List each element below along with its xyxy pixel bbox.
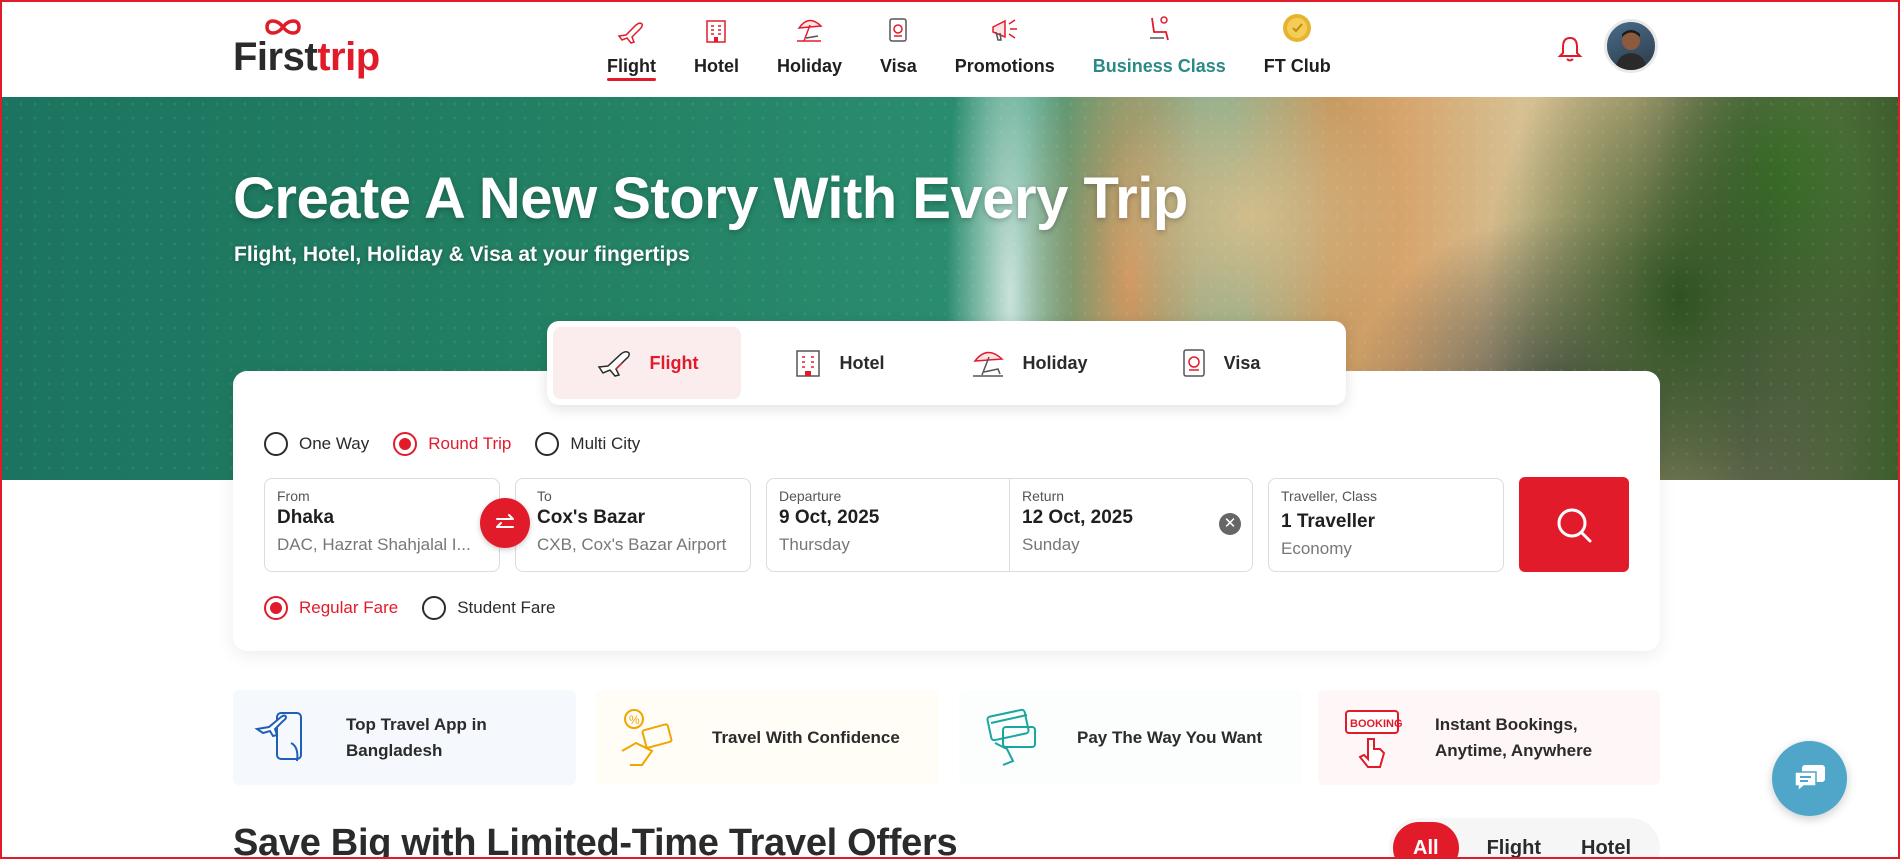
nav-visa[interactable]: Visa bbox=[861, 12, 936, 92]
from-airport: DAC, Hazrat Shahjalal I... bbox=[277, 535, 471, 554]
firsttrip-logo[interactable]: Firsttrip bbox=[233, 17, 380, 79]
filter-all[interactable]: All bbox=[1393, 822, 1459, 859]
radio-regular-fare[interactable]: Regular Fare bbox=[264, 596, 398, 620]
passport-icon bbox=[889, 18, 908, 42]
site-header: Firsttrip Flight Hotel Holiday Visa Prom… bbox=[0, 0, 1900, 97]
plane-icon bbox=[597, 350, 630, 377]
radio-one-way[interactable]: One Way bbox=[264, 432, 369, 456]
nav-ft-club[interactable]: FT Club bbox=[1245, 12, 1350, 92]
notification-bell-icon[interactable] bbox=[1555, 34, 1585, 64]
swap-button[interactable] bbox=[480, 498, 530, 548]
filter-hotel[interactable]: Hotel bbox=[1569, 822, 1643, 859]
tab-hotel[interactable]: Hotel bbox=[744, 327, 932, 399]
date-field: Departure 9 Oct, 2025 Thursday Return 12… bbox=[766, 478, 1253, 572]
radio-multi-city[interactable]: Multi City bbox=[535, 432, 640, 456]
feature-instant-bookings: BOOKING Instant Bookings, Anytime, Anywh… bbox=[1318, 690, 1660, 785]
building-icon bbox=[795, 350, 820, 377]
logo-text: Firsttrip bbox=[233, 35, 380, 79]
tab-holiday[interactable]: Holiday bbox=[935, 327, 1123, 399]
passport-icon bbox=[1182, 349, 1205, 377]
nav-promotions[interactable]: Promotions bbox=[936, 12, 1074, 92]
from-city: Dhaka bbox=[277, 507, 335, 528]
feature-pay-your-way: Pay The Way You Want bbox=[959, 690, 1302, 785]
feature-top-travel-app: Top Travel App in Bangladesh bbox=[233, 690, 576, 785]
from-field[interactable]: From Dhaka DAC, Hazrat Shahjalal I... bbox=[264, 478, 500, 572]
departure-field[interactable]: Departure 9 Oct, 2025 Thursday bbox=[779, 488, 879, 555]
nav-hotel[interactable]: Hotel bbox=[675, 12, 758, 92]
search-button[interactable] bbox=[1519, 477, 1629, 572]
to-airport: CXB, Cox's Bazar Airport bbox=[537, 535, 727, 554]
building-icon bbox=[706, 20, 727, 43]
card-payment-icon bbox=[986, 708, 1036, 766]
beach-umbrella-icon bbox=[797, 19, 824, 42]
user-avatar[interactable] bbox=[1604, 19, 1658, 73]
plane-icon bbox=[618, 22, 644, 44]
nav-flight[interactable]: Flight bbox=[588, 12, 675, 92]
megaphone-icon bbox=[991, 19, 1017, 41]
svg-text:BOOKING: BOOKING bbox=[1350, 718, 1403, 730]
svg-text:%: % bbox=[629, 713, 640, 727]
search-tabs: Flight Hotel Holiday Visa bbox=[547, 321, 1346, 405]
traveller-class-field[interactable]: Traveller, Class 1 Traveller Economy bbox=[1268, 478, 1504, 572]
swap-arrows-icon bbox=[496, 514, 514, 528]
nav-holiday[interactable]: Holiday bbox=[758, 12, 861, 92]
feature-travel-confidence: % Travel With Confidence bbox=[596, 690, 939, 785]
filter-flight[interactable]: Flight bbox=[1459, 822, 1569, 859]
beach-umbrella-icon bbox=[973, 351, 1005, 377]
phone-plane-icon bbox=[254, 711, 302, 761]
trip-type-options: One Way Round Trip Multi City bbox=[264, 432, 664, 456]
offer-filter-bar: All Flight Hotel bbox=[1389, 818, 1660, 859]
return-day: Sunday bbox=[1022, 535, 1080, 554]
departure-day: Thursday bbox=[779, 535, 850, 554]
infinity-logo-icon bbox=[265, 19, 301, 35]
tab-flight[interactable]: Flight bbox=[553, 327, 741, 399]
return-date: 12 Oct, 2025 bbox=[1022, 507, 1133, 528]
clear-return-icon[interactable]: ✕ bbox=[1219, 513, 1241, 535]
nav-business-class[interactable]: Business Class bbox=[1074, 12, 1245, 92]
hero-title: Create A New Story With Every Trip bbox=[233, 166, 1188, 231]
radio-student-fare[interactable]: Student Fare bbox=[422, 596, 556, 620]
to-city: Cox's Bazar bbox=[537, 507, 646, 528]
offers-title: Save Big with Limited-Time Travel Offers bbox=[233, 822, 958, 859]
booking-tap-icon: BOOKING bbox=[1345, 709, 1403, 768]
radio-round-trip[interactable]: Round Trip bbox=[393, 432, 511, 456]
chat-button[interactable] bbox=[1772, 741, 1847, 816]
date-divider bbox=[1009, 479, 1010, 571]
to-field[interactable]: To Cox's Bazar CXB, Cox's Bazar Airport bbox=[515, 478, 751, 572]
fare-type-options: Regular Fare Student Fare bbox=[264, 596, 580, 620]
seat-icon bbox=[1150, 16, 1170, 41]
tab-visa[interactable]: Visa bbox=[1126, 327, 1314, 399]
coin-icon bbox=[1283, 14, 1312, 42]
chat-bubble-icon bbox=[1793, 764, 1825, 793]
travel-class: Economy bbox=[1281, 539, 1352, 558]
departure-date: 9 Oct, 2025 bbox=[779, 507, 880, 528]
main-nav: Flight Hotel Holiday Visa Promotions Bus… bbox=[588, 12, 1350, 92]
hero-subtitle: Flight, Hotel, Holiday & Visa at your fi… bbox=[234, 243, 690, 266]
traveller-count: 1 Traveller bbox=[1281, 511, 1376, 532]
search-icon bbox=[1557, 508, 1592, 542]
return-field[interactable]: Return 12 Oct, 2025 Sunday bbox=[1022, 488, 1133, 555]
hand-percent-icon: % bbox=[621, 708, 673, 766]
